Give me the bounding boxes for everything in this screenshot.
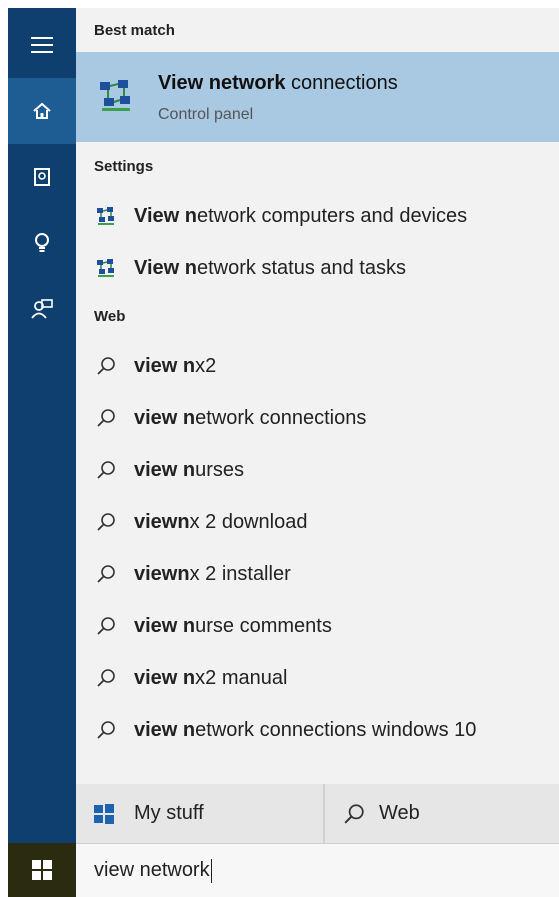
feedback-icon	[31, 299, 53, 319]
windows-logo-icon	[32, 860, 52, 880]
reminders-button[interactable]	[8, 210, 76, 276]
web-suggestion-label: viewnx 2 installer	[134, 562, 291, 585]
results-panel: Best match View network connections Cont…	[76, 8, 559, 843]
web-suggestion[interactable]: view nx2	[76, 344, 559, 388]
web-suggestion-label: view nurse comments	[134, 614, 332, 637]
notebook-icon	[34, 168, 50, 186]
search-icon	[97, 617, 115, 635]
web-suggestion[interactable]: view nurse comments	[76, 604, 559, 648]
section-settings: Settings	[94, 158, 154, 175]
search-icon	[97, 409, 115, 427]
cortana-rail	[8, 8, 76, 843]
text-caret	[210, 858, 212, 883]
my-stuff-button[interactable]: My stuff	[76, 784, 323, 843]
search-icon	[97, 461, 115, 479]
network-icon	[97, 259, 114, 277]
my-stuff-label: My stuff	[134, 802, 204, 824]
search-icon	[97, 513, 115, 531]
settings-item-label: View network computers and devices	[134, 204, 468, 227]
lightbulb-icon	[35, 233, 49, 252]
settings-item-label: View network status and tasks	[134, 256, 406, 279]
search-icon	[97, 721, 115, 739]
menu-button[interactable]	[8, 12, 76, 78]
web-suggestion[interactable]: view nurses	[76, 448, 559, 492]
best-match-item[interactable]: View network connections Control panel	[76, 52, 559, 142]
web-suggestion-label: view network connections windows 10	[134, 718, 477, 741]
web-suggestion-label: view nx2 manual	[134, 666, 288, 689]
windows-logo-icon	[94, 803, 114, 824]
search-icon	[97, 357, 115, 375]
feedback-button[interactable]	[8, 276, 76, 342]
start-button[interactable]	[8, 843, 76, 897]
web-suggestion-label: view network connections	[134, 406, 367, 429]
settings-item[interactable]: View network status and tasks	[76, 246, 559, 290]
web-suggestion[interactable]: viewnx 2 download	[76, 500, 559, 544]
web-suggestion-label: viewnx 2 download	[134, 510, 308, 533]
search-icon	[97, 669, 115, 687]
menu-icon	[31, 37, 53, 53]
search-icon	[344, 803, 364, 824]
section-best-match: Best match	[94, 22, 175, 39]
search-icon	[97, 565, 115, 583]
web-suggestion[interactable]: view network connections windows 10	[76, 708, 559, 752]
home-icon	[33, 102, 51, 119]
web-suggestion-label: view nurses	[134, 458, 245, 481]
web-suggestion[interactable]: view nx2 manual	[76, 656, 559, 700]
notebook-button[interactable]	[8, 144, 76, 210]
web-filter-button[interactable]: Web	[325, 784, 559, 843]
web-filter-label: Web	[379, 802, 420, 824]
home-button[interactable]	[8, 78, 76, 144]
web-suggestion[interactable]: viewnx 2 installer	[76, 552, 559, 596]
search-input-value: view network	[94, 859, 210, 881]
network-icon	[97, 207, 114, 225]
filter-bar: My stuff Web	[76, 784, 559, 843]
search-input[interactable]: view network	[76, 843, 559, 897]
best-match-title: View network connections	[158, 72, 398, 94]
settings-item[interactable]: View network computers and devices	[76, 194, 559, 238]
best-match-subtitle: Control panel	[158, 106, 254, 123]
web-suggestion[interactable]: view network connections	[76, 396, 559, 440]
network-icon	[100, 80, 130, 111]
web-suggestion-label: view nx2	[134, 354, 217, 377]
section-web: Web	[94, 308, 126, 325]
